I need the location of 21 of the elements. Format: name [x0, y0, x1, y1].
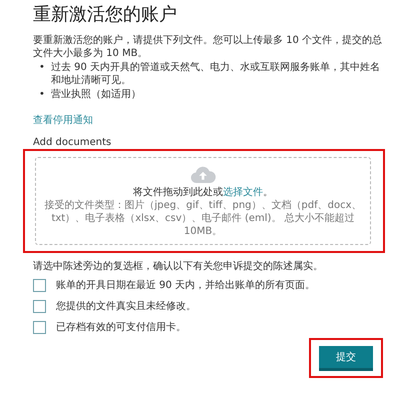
checkbox-label: 已存档有效的可支付信用卡。 [56, 321, 186, 334]
checkbox-label: 账单的开具日期在最近 90 天内，并给出账单的所有页面。 [56, 279, 316, 292]
bullet-icon: • [39, 61, 45, 87]
cloud-upload-icon [190, 166, 216, 183]
requirement-item: 营业执照（如适用） [50, 88, 141, 101]
checkbox[interactable] [33, 321, 46, 334]
choose-file-link[interactable]: 选择文件 [223, 187, 263, 198]
checkbox-label: 您提供的文件真实且未经修改。 [56, 300, 196, 313]
upload-label: Add documents [33, 137, 112, 148]
submit-button[interactable]: 提交 [319, 346, 373, 371]
accepted-types-text: 接受的文件类型：图片（jpeg、gif、tiff、png）、文档（pdf、docx、txt）、电子表格（xlsx、csv）、电子邮件 (eml)。 总大小不能超过 10MB。 [44, 199, 362, 238]
bullet-icon: • [39, 88, 45, 101]
intro-text: 要重新激活您的账户，请提供下列文件。您可以上传最多 10 个文件，提交的总文件大小最多为 10 MB。 [33, 34, 383, 60]
drop-zone[interactable]: 将文件拖动到此处或选择文件。 接受的文件类型：图片（jpeg、gif、tiff、png）、文档（pdf、docx、txt）、电子表格（xlsx、csv）、电子邮件 (eml)。 总大小不能超过 10MB。 [35, 157, 371, 245]
notice-link[interactable]: 查看停用通知 [33, 114, 93, 127]
requirement-item: 过去 90 天内开具的管道或天然气、电力、水或互联网服务账单，其中姓名和地址清晰可见。 [50, 61, 381, 87]
confirm-instructions: 请选中陈述旁边的复选框，确认以下有关您申诉提交的陈述属实。 [33, 260, 324, 273]
checkbox[interactable] [33, 279, 46, 292]
page-title: 重新激活您的账户 [33, 4, 178, 26]
checkbox[interactable] [33, 300, 46, 313]
drop-prompt: 将文件拖动到此处或选择文件。 [132, 186, 274, 199]
